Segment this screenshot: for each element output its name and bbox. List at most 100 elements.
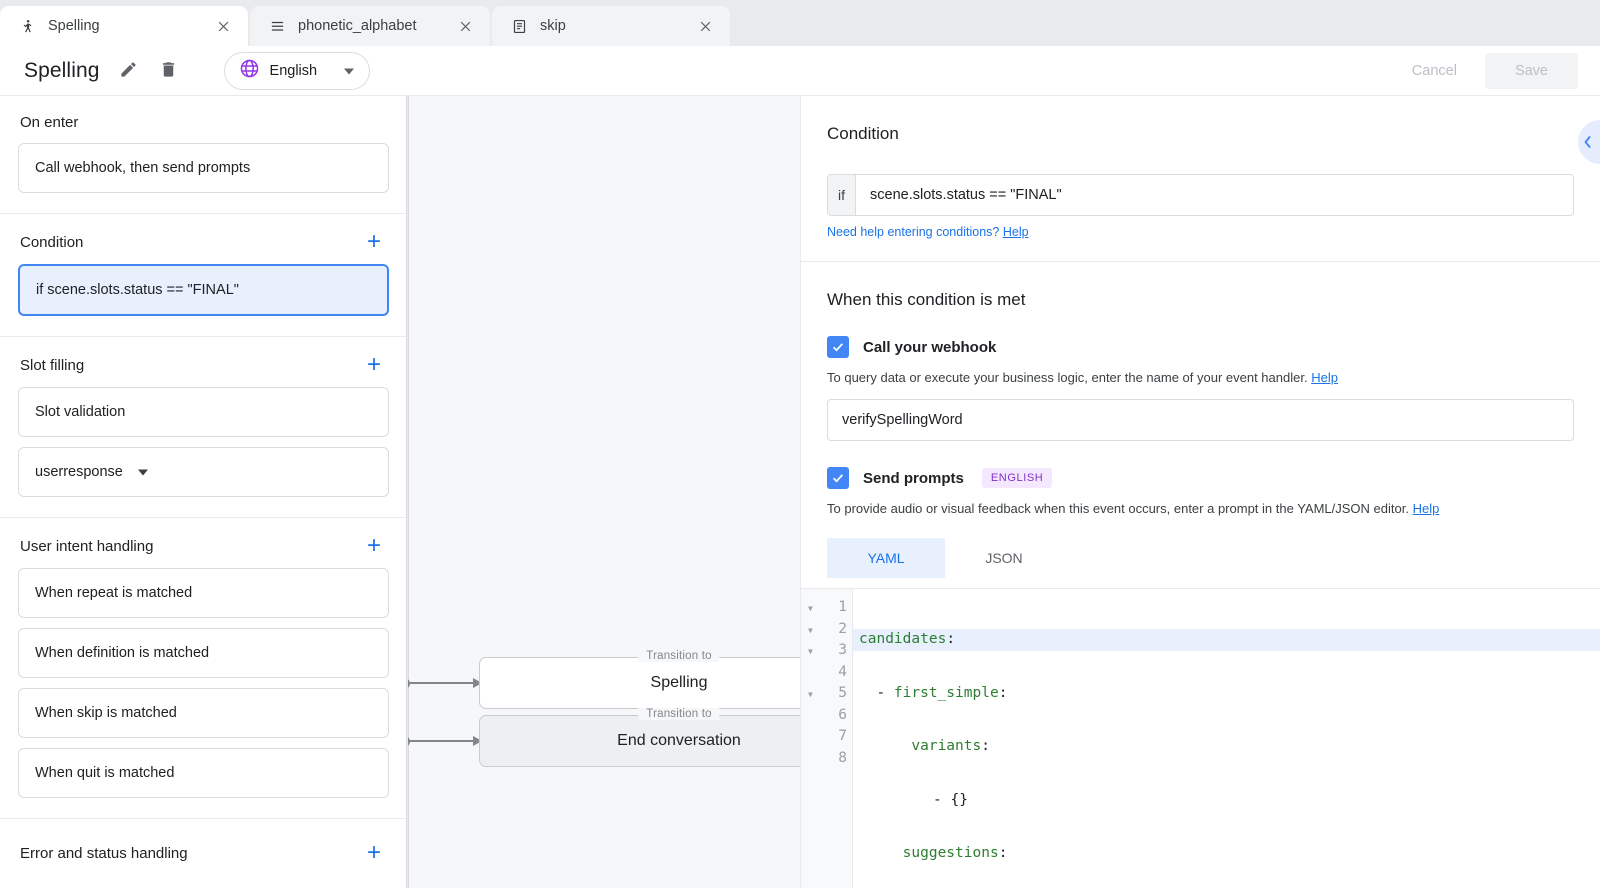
editor-line-numbers: 1 2 3 4 5 6 7 8 [825,589,853,888]
caret-down-icon[interactable] [137,466,149,478]
chevron-down-icon: ▼ [801,626,813,635]
fold-toggle[interactable]: ▼ [801,597,825,619]
call-webhook-label: Call your webhook [863,339,996,356]
plus-icon[interactable]: + [363,536,385,556]
webhook-handler-input[interactable]: verifySpellingWord [827,399,1574,441]
if-prefix-label: if [828,175,856,215]
fold-toggle[interactable]: ▼ [801,640,825,662]
transition-node-spelling[interactable]: Transition to Spelling [479,657,800,709]
code-key: first_simple [894,685,999,701]
chevron-down-icon: ▼ [801,604,813,613]
card-label: When quit is matched [35,765,174,781]
code-key: variants [911,738,981,754]
code-line[interactable]: - first_simple: [853,683,1600,705]
card-label: if scene.slots.status == "FINAL" [36,282,239,298]
left-panel-scrollbar[interactable] [406,96,407,888]
chevron-down-icon: ▼ [801,647,813,656]
edge-line [410,682,474,684]
condition-help-line: Need help entering conditions? Help [827,225,1574,239]
line-number: 2 [825,619,847,641]
tab-spelling[interactable]: Spelling [0,6,248,46]
line-number: 3 [825,640,847,662]
when-condition-met-block: When this condition is met Call your web… [801,262,1600,578]
section-header: Condition + [18,232,389,252]
card-label: Slot validation [35,404,125,420]
yaml-code-editor[interactable]: ▼ ▼ ▼ ▼ 1 2 3 4 5 6 7 8 candidates: [801,588,1600,888]
code-line[interactable]: suggestions: [853,843,1600,865]
tab-label: phonetic_alphabet [298,18,417,34]
chevron-down-icon[interactable] [343,65,355,77]
line-number: 5 [825,683,847,705]
tab-yaml[interactable]: YAML [827,538,945,578]
card-label: When skip is matched [35,705,177,721]
transition-graph-canvas[interactable]: Transition to Spelling Transition to End… [408,96,800,888]
scene-item-repeat[interactable]: When repeat is matched [18,568,389,618]
tab-label: Spelling [48,18,100,34]
condition-heading: Condition [827,96,1574,144]
scene-item-definition[interactable]: When definition is matched [18,628,389,678]
call-webhook-row[interactable]: Call your webhook [827,336,1574,358]
editor-code-area[interactable]: candidates: - first_simple: variants: - … [853,589,1600,888]
checkbox-call-webhook[interactable] [827,336,849,358]
send-prompts-label: Send prompts [863,470,964,487]
edit-scene-button[interactable] [112,54,146,88]
globe-icon [239,58,260,84]
editor-format-tabs: YAML JSON [827,538,1574,578]
prompts-help-link[interactable]: Help [1413,501,1440,516]
scene-item-skip[interactable]: When skip is matched [18,688,389,738]
save-button[interactable]: Save [1485,53,1578,89]
editor-fold-column[interactable]: ▼ ▼ ▼ ▼ [801,589,825,888]
edge-line [410,740,474,742]
send-prompts-row[interactable]: Send prompts ENGLISH [827,467,1574,489]
scene-item-on-enter[interactable]: Call webhook, then send prompts [18,143,389,193]
condition-input-row[interactable]: if scene.slots.status == "FINAL" [827,174,1574,216]
fold-toggle[interactable]: ▼ [801,619,825,641]
webhook-help-link[interactable]: Help [1311,370,1338,385]
code-punct: : [999,845,1008,861]
node-legend: Transition to [638,708,719,720]
language-selector[interactable]: English [224,52,371,90]
scene-item-slot-validation[interactable]: Slot validation [18,387,389,437]
code-line[interactable]: - {} [853,790,1600,812]
document-icon [510,17,528,35]
tab-phonetic-alphabet[interactable]: phonetic_alphabet [250,6,490,46]
pencil-icon [119,60,138,82]
fold-spacer [801,748,825,770]
plus-icon[interactable]: + [363,843,385,863]
close-icon[interactable] [212,15,234,37]
line-number: 7 [825,726,847,748]
scene-item-userresponse[interactable]: userresponse [18,447,389,497]
section-title: Condition [20,234,83,251]
checkbox-send-prompts[interactable] [827,467,849,489]
section-title: Error and status handling [20,845,188,862]
fold-spacer [801,705,825,727]
language-label: English [270,63,318,79]
condition-help-link[interactable]: Help [1003,225,1029,239]
main-area: On enter Call webhook, then send prompts… [0,96,1600,888]
plus-icon[interactable]: + [363,232,385,252]
section-slot-filling: Slot filling + Slot validation userrespo… [0,337,407,518]
list-icon [268,17,286,35]
prompts-description-text: To provide audio or visual feedback when… [827,501,1409,516]
tab-json[interactable]: JSON [945,538,1063,578]
fold-toggle[interactable]: ▼ [801,683,825,705]
tab-label: skip [540,18,566,34]
code-line[interactable]: candidates: [853,629,1600,651]
canvas-left-rule [408,96,409,888]
app-header: Spelling English Cancel Save [0,46,1600,96]
browser-tab-strip: Spelling phonetic_alphabet skip [0,0,1600,46]
scene-item-condition[interactable]: if scene.slots.status == "FINAL" [18,264,389,316]
condition-input[interactable]: scene.slots.status == "FINAL" [856,175,1573,215]
delete-scene-button[interactable] [152,54,186,88]
cancel-button[interactable]: Cancel [1390,53,1479,89]
scene-sections: On enter Call webhook, then send prompts… [0,96,407,888]
close-icon[interactable] [454,15,476,37]
card-label: When definition is matched [35,645,209,661]
close-icon[interactable] [694,15,716,37]
code-line[interactable]: variants: [853,736,1600,758]
section-error-and-status-handling: Error and status handling + [0,819,407,888]
tab-skip[interactable]: skip [492,6,730,46]
scene-item-quit[interactable]: When quit is matched [18,748,389,798]
plus-icon[interactable]: + [363,355,385,375]
transition-node-end-conversation[interactable]: Transition to End conversation [479,715,800,767]
